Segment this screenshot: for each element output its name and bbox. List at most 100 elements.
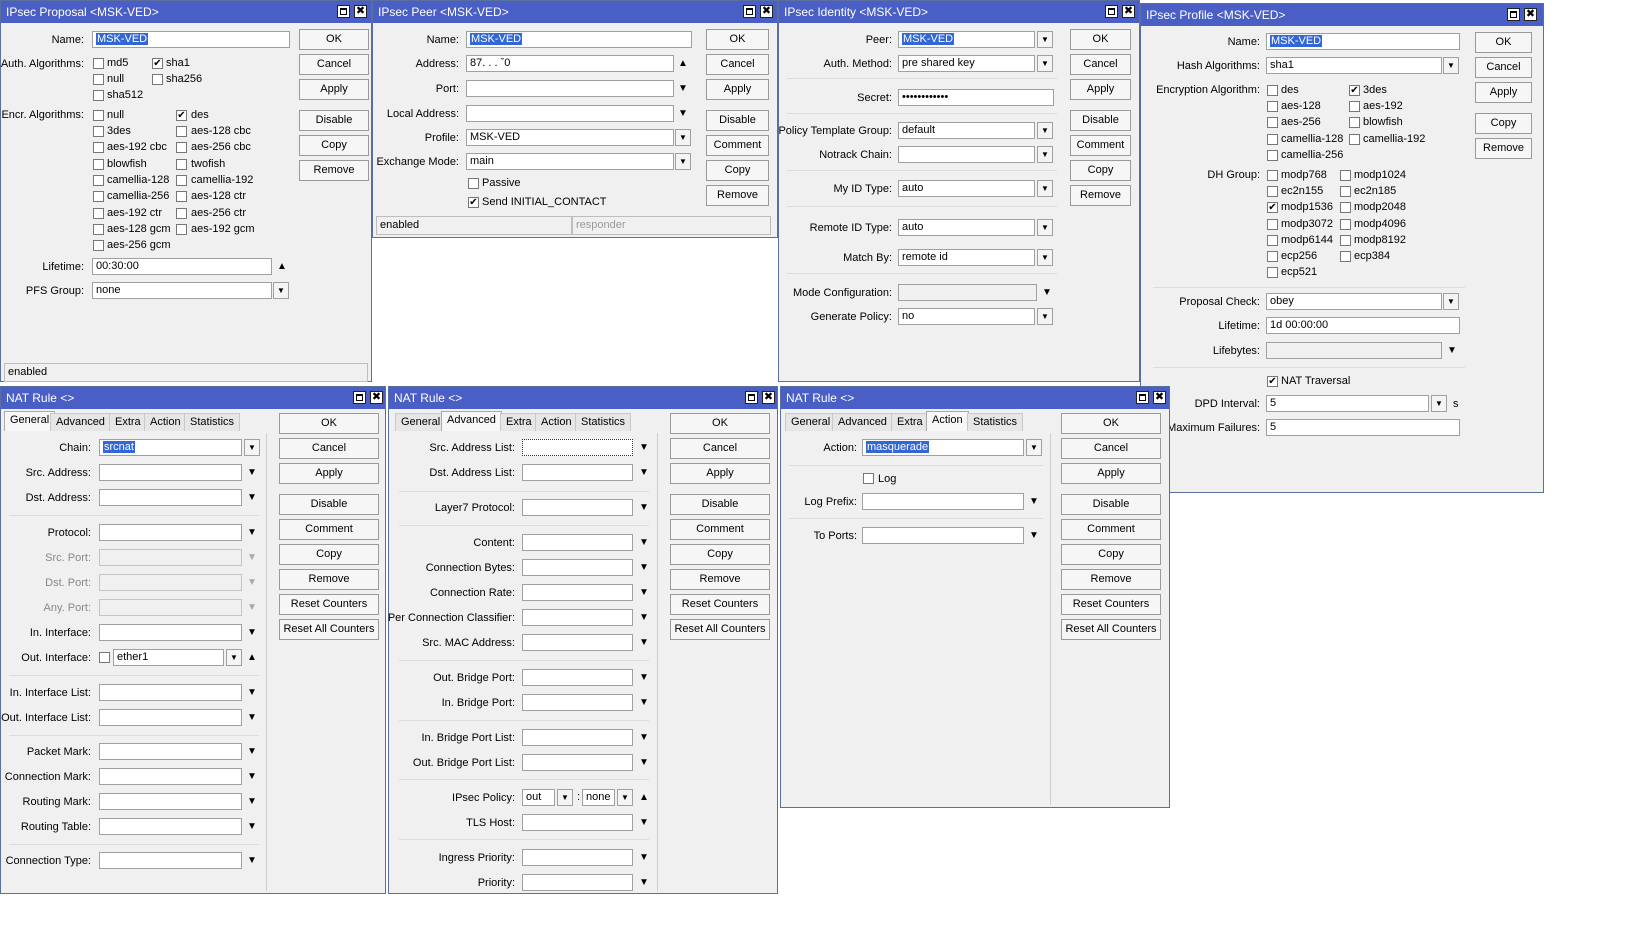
expand-down-icon[interactable]: ▼: [246, 464, 258, 481]
ok-button[interactable]: OK: [279, 413, 379, 434]
dropdown-arrow-icon[interactable]: ▼: [1037, 146, 1053, 163]
dropdown-arrow-icon[interactable]: ▼: [675, 153, 691, 170]
dropdown-arrow-icon[interactable]: ▼: [1037, 180, 1053, 197]
dh-modp1536-checkbox[interactable]: ✔: [1267, 202, 1278, 213]
dh-ec2n155-checkbox[interactable]: [1267, 186, 1278, 197]
nat-rule-titlebar[interactable]: NAT Rule <>: [781, 387, 1169, 409]
ipsec-policy-field[interactable]: none: [582, 789, 615, 806]
reset-counters-button[interactable]: Reset Counters: [1061, 594, 1161, 615]
copy-button[interactable]: Copy: [1061, 544, 1161, 565]
expand-down-icon[interactable]: ▼: [246, 743, 258, 760]
out-interface-field[interactable]: ether1: [113, 649, 224, 666]
protocol-field[interactable]: [99, 524, 242, 541]
expand-down-icon[interactable]: ▼: [246, 852, 258, 869]
priority-field[interactable]: [522, 874, 633, 891]
tab-advanced[interactable]: Advanced: [441, 411, 502, 431]
dh-ecp256-checkbox[interactable]: [1267, 251, 1278, 262]
copy-button[interactable]: Copy: [1070, 160, 1131, 181]
dst-address-field[interactable]: [99, 489, 242, 506]
tab-action[interactable]: Action: [144, 413, 187, 431]
expand-down-icon[interactable]: ▼: [246, 624, 258, 641]
remove-button[interactable]: Remove: [1070, 185, 1131, 206]
reset-all-counters-button[interactable]: Reset All Counters: [670, 619, 770, 640]
dpd-interval-field[interactable]: 5: [1266, 395, 1429, 412]
expand-down-icon[interactable]: ▼: [638, 849, 650, 866]
auth-sha1-checkbox[interactable]: ✔: [152, 58, 163, 69]
expand-down-icon[interactable]: ▼: [638, 464, 650, 481]
expand-down-icon[interactable]: ▼: [638, 559, 650, 576]
cancel-button[interactable]: Cancel: [1475, 57, 1532, 78]
enc-blowfish-checkbox[interactable]: [1349, 117, 1360, 128]
comment-button[interactable]: Comment: [279, 519, 379, 540]
per-connection-classifier-field[interactable]: [522, 609, 633, 626]
close-icon[interactable]: ✖: [1153, 391, 1166, 404]
disable-button[interactable]: Disable: [299, 110, 369, 131]
tab-extra[interactable]: Extra: [109, 413, 147, 431]
enc-aes192-checkbox[interactable]: [1349, 101, 1360, 112]
apply-button[interactable]: Apply: [279, 463, 379, 484]
out-bridge-port-list-field[interactable]: [522, 754, 633, 771]
in-interface-field[interactable]: [99, 624, 242, 641]
src-address-field[interactable]: [99, 464, 242, 481]
encr-aes128ctr-checkbox[interactable]: [176, 191, 187, 202]
out-interface-list-field[interactable]: [99, 709, 242, 726]
remote-id-type-field[interactable]: auto: [898, 219, 1035, 236]
expand-down-icon[interactable]: ▼: [677, 80, 689, 97]
content-field[interactable]: [522, 534, 633, 551]
close-icon[interactable]: ✖: [370, 391, 383, 404]
dh-modp6144-checkbox[interactable]: [1267, 235, 1278, 246]
dst-port-field[interactable]: [99, 574, 242, 591]
name-field[interactable]: MSK-VED: [466, 31, 692, 48]
send-initial-contact-checkbox[interactable]: ✔: [468, 197, 479, 208]
dh-modp3072-checkbox[interactable]: [1267, 219, 1278, 230]
ok-button[interactable]: OK: [1061, 413, 1161, 434]
passive-checkbox[interactable]: [468, 178, 479, 189]
lifetime-field[interactable]: 00:30:00: [92, 258, 272, 275]
comment-button[interactable]: Comment: [670, 519, 770, 540]
encr-aes192gcm-checkbox[interactable]: [176, 224, 187, 235]
dropdown-arrow-icon[interactable]: ▼: [617, 789, 633, 806]
expand-down-icon[interactable]: ▼: [246, 574, 258, 591]
disable-button[interactable]: Disable: [706, 110, 769, 131]
maximize-icon[interactable]: [745, 391, 758, 404]
enc-3des-checkbox[interactable]: ✔: [1349, 85, 1360, 96]
dst-address-list-field[interactable]: [522, 464, 633, 481]
copy-button[interactable]: Copy: [670, 544, 770, 565]
copy-button[interactable]: Copy: [299, 135, 369, 156]
encr-null-checkbox[interactable]: [93, 110, 104, 121]
expand-down-icon[interactable]: ▼: [1041, 284, 1053, 301]
dh-modp4096-checkbox[interactable]: [1340, 219, 1351, 230]
tls-host-field[interactable]: [522, 814, 633, 831]
ipsec-identity-titlebar[interactable]: IPsec Identity <MSK-VED>: [779, 1, 1139, 23]
proposal-check-field[interactable]: obey: [1266, 293, 1442, 310]
src-address-list-field[interactable]: [522, 439, 633, 456]
tab-statistics[interactable]: Statistics: [967, 413, 1024, 431]
remove-button[interactable]: Remove: [299, 160, 369, 181]
in-bridge-port-list-field[interactable]: [522, 729, 633, 746]
connection-rate-field[interactable]: [522, 584, 633, 601]
tab-general[interactable]: General: [785, 413, 837, 431]
apply-button[interactable]: Apply: [670, 463, 770, 484]
peer-field[interactable]: MSK-VED: [898, 31, 1035, 48]
dropdown-arrow-icon[interactable]: ▼: [675, 129, 691, 146]
apply-button[interactable]: Apply: [1070, 79, 1131, 100]
dropdown-arrow-icon[interactable]: ▼: [1037, 249, 1053, 266]
reset-all-counters-button[interactable]: Reset All Counters: [279, 619, 379, 640]
expand-down-icon[interactable]: ▼: [638, 729, 650, 746]
close-icon[interactable]: ✖: [760, 5, 773, 18]
address-field[interactable]: 87. . . ˇ0: [466, 55, 674, 72]
exchange-mode-field[interactable]: main: [466, 153, 674, 170]
disable-button[interactable]: Disable: [1061, 494, 1161, 515]
close-icon[interactable]: ✖: [354, 5, 367, 18]
policy-template-group-field[interactable]: default: [898, 122, 1035, 139]
apply-button[interactable]: Apply: [706, 79, 769, 100]
expand-down-icon[interactable]: ▼: [638, 634, 650, 651]
expand-down-icon[interactable]: ▼: [638, 669, 650, 686]
remove-button[interactable]: Remove: [1061, 569, 1161, 590]
apply-button[interactable]: Apply: [1061, 463, 1161, 484]
encr-camellia192-checkbox[interactable]: [176, 175, 187, 186]
dropdown-arrow-icon[interactable]: ▼: [1037, 219, 1053, 236]
copy-button[interactable]: Copy: [706, 160, 769, 181]
close-icon[interactable]: ✖: [1122, 5, 1135, 18]
profile-field[interactable]: MSK-VED: [466, 129, 674, 146]
